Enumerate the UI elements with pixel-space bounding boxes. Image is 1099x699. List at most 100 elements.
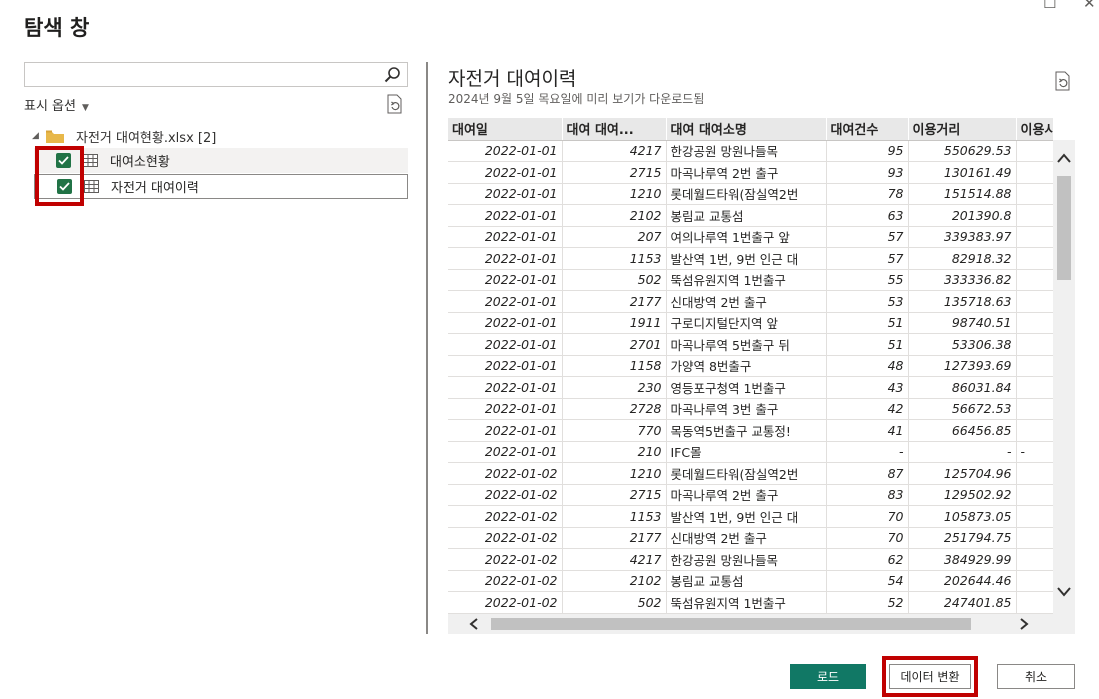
table-cell: 롯데월드타워(잠실역2번 (666, 462, 827, 485)
table-cell: 2022-01-01 (448, 204, 563, 227)
table-cell: 53 (826, 290, 909, 313)
table-cell: 135718.63 (908, 290, 1017, 313)
table-cell: 93 (826, 161, 909, 184)
scroll-down-icon[interactable] (1056, 586, 1072, 598)
table-cell: 770 (562, 419, 667, 442)
table-cell (1016, 161, 1053, 184)
table-cell: 신대방역 2번 출구 (666, 290, 827, 313)
table-cell: 2715 (562, 484, 667, 506)
table-icon (84, 180, 99, 193)
transform-data-button[interactable]: 데이터 변환 (889, 664, 971, 689)
column-header[interactable]: 대여일 (448, 118, 563, 141)
load-button[interactable]: 로드 (790, 664, 866, 689)
vertical-scroll-thumb[interactable] (1057, 176, 1071, 280)
table-cell: 151514.88 (908, 183, 1017, 205)
scroll-up-icon[interactable] (1056, 152, 1072, 164)
tree-item-rental-stations[interactable]: 대여소현황 (34, 148, 408, 173)
table-row: 2022-01-02 2102 봉림교 교통섬 54 202644.46 (448, 570, 1053, 592)
horizontal-scroll-thumb[interactable] (491, 618, 971, 630)
table-icon (83, 154, 98, 167)
display-options-dropdown[interactable]: 표시 옵션 ▼ (24, 95, 89, 114)
column-header[interactable]: 이용시간 (1016, 118, 1053, 141)
table-row: 2022-01-01 2102 봉림교 교통섬 63 201390.8 (448, 204, 1053, 227)
table-cell: 마곡나루역 5번출구 뒤 (666, 333, 827, 356)
close-button[interactable]: ✕ (1083, 0, 1096, 12)
table-cell: 2022-01-01 (448, 312, 563, 334)
table-row: 2022-01-02 2715 마곡나루역 2번 출구 83 129502.92 (448, 484, 1053, 506)
table-cell: 2177 (562, 290, 667, 313)
scroll-right-icon[interactable] (1018, 618, 1030, 630)
table-cell: 87 (826, 462, 909, 485)
table-cell: 502 (562, 591, 667, 614)
table-row: 2022-01-01 1158 가양역 8번출구 48 127393.69 (448, 355, 1053, 377)
column-header[interactable]: 대여 대여... (562, 118, 667, 141)
table-cell: 신대방역 2번 출구 (666, 527, 827, 549)
tree-item-label: 자전거 대여이력 (111, 181, 199, 196)
column-header[interactable]: 이용거리 (908, 118, 1017, 141)
display-options-label: 표시 옵션 (24, 99, 76, 114)
table-cell (1016, 505, 1053, 528)
table-cell: 2022-01-01 (448, 333, 563, 356)
table-cell (1016, 527, 1053, 549)
table-cell: 마곡나루역 3번 출구 (666, 398, 827, 420)
checkbox-checked-icon[interactable] (56, 153, 71, 168)
table-cell: 2022-01-01 (448, 355, 563, 377)
column-header[interactable]: 대여 대여소명 (666, 118, 827, 141)
table-row: 2022-01-02 2177 신대방역 2번 출구 70 251794.75 (448, 527, 1053, 549)
table-cell: 2022-01-02 (448, 570, 563, 592)
table-cell: 86031.84 (908, 376, 1017, 399)
maximize-button[interactable]: ☐ (1043, 0, 1056, 12)
table-cell: 마곡나루역 2번 출구 (666, 484, 827, 506)
table-cell: 2022-01-01 (448, 226, 563, 248)
table-cell: 125704.96 (908, 462, 1017, 485)
search-box (24, 62, 408, 87)
table-cell: 2177 (562, 527, 667, 549)
collapse-triangle-icon[interactable]: ◢ (32, 131, 46, 141)
table-cell: 마곡나루역 2번 출구 (666, 161, 827, 184)
scroll-left-icon[interactable] (468, 618, 480, 630)
table-cell: 뚝섬유원지역 1번출구 (666, 591, 827, 614)
table-cell: 봉림교 교통섬 (666, 570, 827, 592)
search-icon[interactable] (384, 66, 401, 83)
table-header-row: 대여일 대여 대여... 대여 대여소명 대여건수 이용거리 이용시간 (448, 118, 1053, 141)
table-cell: 51 (826, 333, 909, 356)
column-header[interactable]: 대여건수 (826, 118, 909, 141)
table-row: 2022-01-02 502 뚝섬유원지역 1번출구 52 247401.85 (448, 591, 1053, 614)
table-cell: 130161.49 (908, 161, 1017, 184)
table-cell: 1210 (562, 183, 667, 205)
table-row: 2022-01-01 1210 롯데월드타워(잠실역2번 78 151514.88 (448, 183, 1053, 205)
cancel-button[interactable]: 취소 (997, 664, 1075, 689)
preview-grid: 대여일 대여 대여... 대여 대여소명 대여건수 이용거리 이용시간 2022… (448, 118, 1053, 614)
table-cell: 여의나루역 1번출구 앞 (666, 226, 827, 248)
tree-item-label: 대여소현황 (110, 155, 170, 170)
table-cell: 발산역 1번, 9번 인근 대 (666, 505, 827, 528)
vertical-scrollbar[interactable] (1053, 140, 1075, 614)
table-cell (1016, 269, 1053, 291)
refresh-icon[interactable] (385, 94, 405, 114)
tree-item-bike-rental-history[interactable]: 자전거 대여이력 (34, 174, 408, 199)
table-cell (1016, 591, 1053, 614)
table-cell (1016, 312, 1053, 334)
table-cell: 247401.85 (908, 591, 1017, 614)
table-cell: 57 (826, 226, 909, 248)
table-cell (1016, 226, 1053, 248)
table-cell: 구로디지털단지역 앞 (666, 312, 827, 334)
table-cell: 2022-01-01 (448, 376, 563, 399)
table-row: 2022-01-02 1153 발산역 1번, 9번 인근 대 70 105873.05 (448, 505, 1053, 528)
table-cell (1016, 355, 1053, 377)
checkbox-checked-icon[interactable] (57, 179, 72, 194)
table-row: 2022-01-02 4217 한강공원 망원나들목 62 384929.99 (448, 548, 1053, 571)
horizontal-scrollbar[interactable] (448, 614, 1075, 634)
search-input[interactable] (25, 63, 375, 86)
table-cell: 502 (562, 269, 667, 291)
table-cell: 2022-01-01 (448, 290, 563, 313)
table-cell: 1153 (562, 247, 667, 270)
table-cell: 56672.53 (908, 398, 1017, 420)
table-cell: 2022-01-02 (448, 527, 563, 549)
table-cell (1016, 462, 1053, 485)
table-cell: 2022-01-02 (448, 462, 563, 485)
table-cell (1016, 183, 1053, 205)
table-cell (1016, 398, 1053, 420)
file-node[interactable]: ◢ 자전거 대여현황.xlsx [2] (32, 126, 216, 146)
refresh-icon[interactable] (1053, 71, 1073, 91)
